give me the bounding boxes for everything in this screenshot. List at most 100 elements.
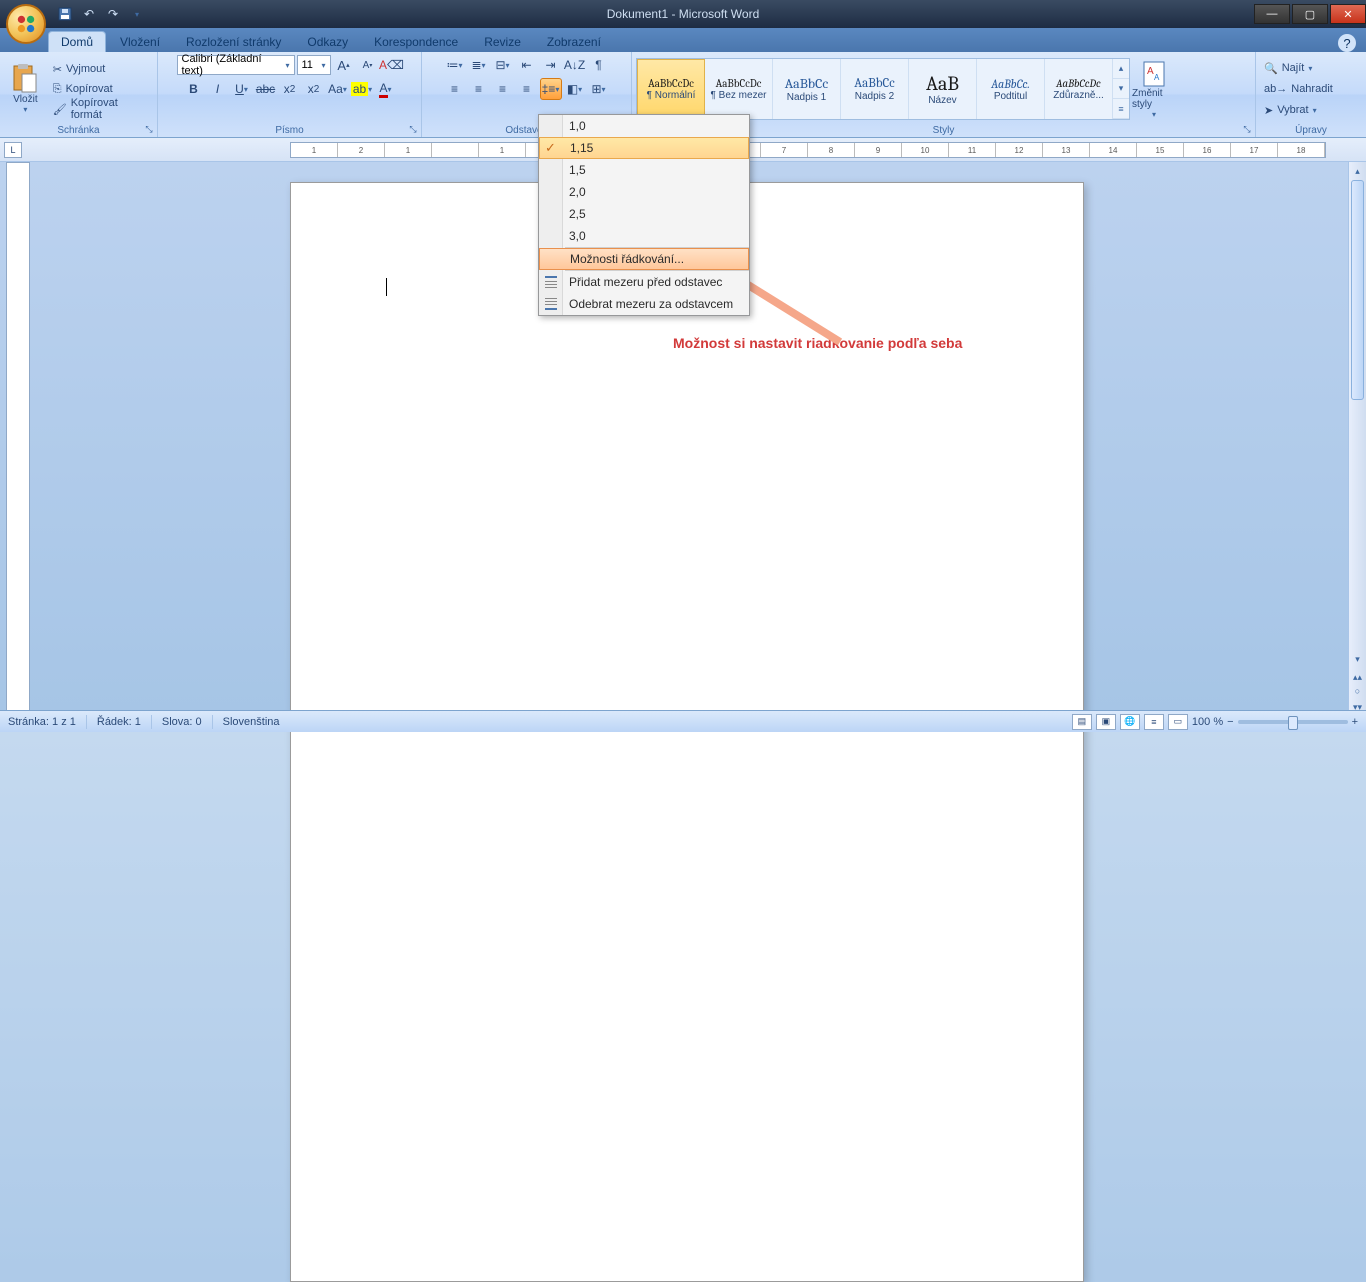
spacing-value-item[interactable]: 2,5 <box>539 203 749 225</box>
status-words[interactable]: Slova: 0 <box>162 716 202 728</box>
strikethrough-button[interactable]: abc <box>255 78 277 100</box>
justify-button[interactable]: ≡ <box>516 78 538 100</box>
redo-button[interactable]: ↷ <box>102 3 124 25</box>
change-styles-button[interactable]: AA Změnit styly▾ <box>1132 56 1176 122</box>
font-color-button[interactable]: A▾ <box>375 78 397 100</box>
chevron-down-icon: ▾ <box>321 61 325 70</box>
chevron-down-icon: ▾ <box>23 105 27 114</box>
zoom-slider[interactable] <box>1238 720 1348 724</box>
font-size-combo[interactable]: 11▾ <box>297 55 331 75</box>
tab-page-layout[interactable]: Rozložení stránky <box>174 32 293 52</box>
bold-button[interactable]: B <box>183 78 205 100</box>
shading-button[interactable]: ◧▾ <box>564 78 586 100</box>
format-painter-button[interactable]: 🖌Kopírovat formát <box>49 99 153 119</box>
shrink-font-button[interactable]: A▾ <box>357 54 379 76</box>
decrease-indent-button[interactable]: ⇤ <box>516 54 538 76</box>
cut-button[interactable]: ✂Vyjmout <box>49 59 153 79</box>
close-button[interactable]: ✕ <box>1330 4 1366 24</box>
font-launcher[interactable]: ⤡ <box>407 123 419 135</box>
save-button[interactable] <box>54 3 76 25</box>
grow-font-button[interactable]: A▴ <box>333 54 355 76</box>
clear-formatting-button[interactable]: A⌫ <box>381 54 403 76</box>
borders-button[interactable]: ⊞▾ <box>588 78 610 100</box>
status-page[interactable]: Stránka: 1 z 1 <box>8 716 76 728</box>
tab-references[interactable]: Odkazy <box>295 32 360 52</box>
view-web-layout[interactable]: 🌐 <box>1120 714 1140 730</box>
copy-button[interactable]: ⎘Kopírovat <box>49 79 153 99</box>
tab-insert[interactable]: Vložení <box>108 32 172 52</box>
spacing-options-item[interactable]: Možnosti řádkování... <box>539 248 749 270</box>
zoom-level[interactable]: 100 % <box>1192 716 1223 728</box>
styles-gallery[interactable]: AaBbCcDc¶ Normální AaBbCcDc¶ Bez mezer A… <box>636 58 1130 120</box>
numbering-button[interactable]: ≣▾ <box>468 54 490 76</box>
line-spacing-button[interactable]: ‡≡▾ <box>540 78 562 100</box>
bullets-button[interactable]: ≔▾ <box>444 54 466 76</box>
horizontal-ruler[interactable]: 121123456789101112131415161718 <box>290 142 1326 158</box>
align-left-button[interactable]: ≡ <box>444 78 466 100</box>
undo-button[interactable]: ↶ <box>78 3 100 25</box>
change-styles-icon: AA <box>1142 60 1166 88</box>
group-label: Písmo <box>162 124 417 137</box>
help-button[interactable]: ? <box>1338 34 1356 52</box>
tab-home[interactable]: Domů <box>48 31 106 52</box>
increase-indent-button[interactable]: ⇥ <box>540 54 562 76</box>
style-emphasis[interactable]: AaBbCcDcZdůrazně... <box>1045 59 1113 119</box>
style-normal[interactable]: AaBbCcDc¶ Normální <box>637 59 705 119</box>
maximize-button[interactable]: ▢ <box>1292 4 1328 24</box>
spacing-value-item[interactable]: ✓1,15 <box>539 137 749 159</box>
minimize-button[interactable]: — <box>1254 4 1290 24</box>
align-right-button[interactable]: ≡ <box>492 78 514 100</box>
view-print-layout[interactable]: ▤ <box>1072 714 1092 730</box>
scroll-down-button[interactable]: ▾ <box>1349 650 1366 668</box>
spacing-value-item[interactable]: 3,0 <box>539 225 749 247</box>
style-heading2[interactable]: AaBbCcNadpis 2 <box>841 59 909 119</box>
view-draft[interactable]: ▭ <box>1168 714 1188 730</box>
group-label: Úpravy <box>1260 124 1362 137</box>
qat-customize[interactable]: ▾ <box>126 3 148 25</box>
scroll-thumb[interactable] <box>1351 180 1364 400</box>
superscript-button[interactable]: x2 <box>303 78 325 100</box>
view-full-screen[interactable]: ▣ <box>1096 714 1116 730</box>
styles-launcher[interactable]: ⤡ <box>1241 123 1253 135</box>
show-marks-button[interactable]: ¶ <box>588 54 610 76</box>
spacing-value-item[interactable]: 1,5 <box>539 159 749 181</box>
scroll-up-button[interactable]: ▴ <box>1349 162 1366 180</box>
status-line[interactable]: Řádek: 1 <box>97 716 141 728</box>
zoom-in-button[interactable]: + <box>1352 716 1358 728</box>
highlight-button[interactable]: ab▾ <box>351 78 373 100</box>
tab-selector[interactable]: L <box>4 142 22 158</box>
clipboard-launcher[interactable]: ⤡ <box>143 123 155 135</box>
tab-review[interactable]: Revize <box>472 32 533 52</box>
select-button[interactable]: ➤Vybrat▾ <box>1260 100 1337 120</box>
group-editing: 🔍Najít▾ ab→Nahradit ➤Vybrat▾ Úpravy <box>1256 52 1366 137</box>
status-language[interactable]: Slovenština <box>223 716 280 728</box>
underline-button[interactable]: U▾ <box>231 78 253 100</box>
paste-button[interactable]: Vložit ▾ <box>4 56 47 122</box>
replace-button[interactable]: ab→Nahradit <box>1260 79 1337 99</box>
remove-space-after-item[interactable]: Odebrat mezeru za odstavcem <box>539 293 749 315</box>
style-title[interactable]: AaBNázev <box>909 59 977 119</box>
vertical-ruler[interactable] <box>6 162 30 716</box>
align-center-button[interactable]: ≡ <box>468 78 490 100</box>
view-outline[interactable]: ≡ <box>1144 714 1164 730</box>
cursor-icon: ➤ <box>1264 104 1273 117</box>
spacing-value-item[interactable]: 2,0 <box>539 181 749 203</box>
tab-view[interactable]: Zobrazení <box>535 32 613 52</box>
style-subtitle[interactable]: AaBbCc.Podtitul <box>977 59 1045 119</box>
office-button[interactable] <box>6 4 46 44</box>
sort-button[interactable]: A↓Z <box>564 54 586 76</box>
styles-scroll[interactable]: ▴▾≡ <box>1113 59 1129 119</box>
font-name-combo[interactable]: Calibri (Základní text)▾ <box>177 55 295 75</box>
tab-mailings[interactable]: Korespondence <box>362 32 470 52</box>
add-space-before-item[interactable]: Přidat mezeru před odstavec <box>539 271 749 293</box>
style-heading1[interactable]: AaBbCcNadpis 1 <box>773 59 841 119</box>
find-button[interactable]: 🔍Najít▾ <box>1260 58 1337 78</box>
zoom-out-button[interactable]: − <box>1227 716 1233 728</box>
subscript-button[interactable]: x2 <box>279 78 301 100</box>
italic-button[interactable]: I <box>207 78 229 100</box>
vertical-scrollbar[interactable]: ▴ ▾ ▴▴ ○ ▾▾ <box>1348 162 1366 716</box>
change-case-button[interactable]: Aa▾ <box>327 78 349 100</box>
multilevel-list-button[interactable]: ⊟▾ <box>492 54 514 76</box>
style-no-spacing[interactable]: AaBbCcDc¶ Bez mezer <box>705 59 773 119</box>
spacing-value-item[interactable]: 1,0 <box>539 115 749 137</box>
